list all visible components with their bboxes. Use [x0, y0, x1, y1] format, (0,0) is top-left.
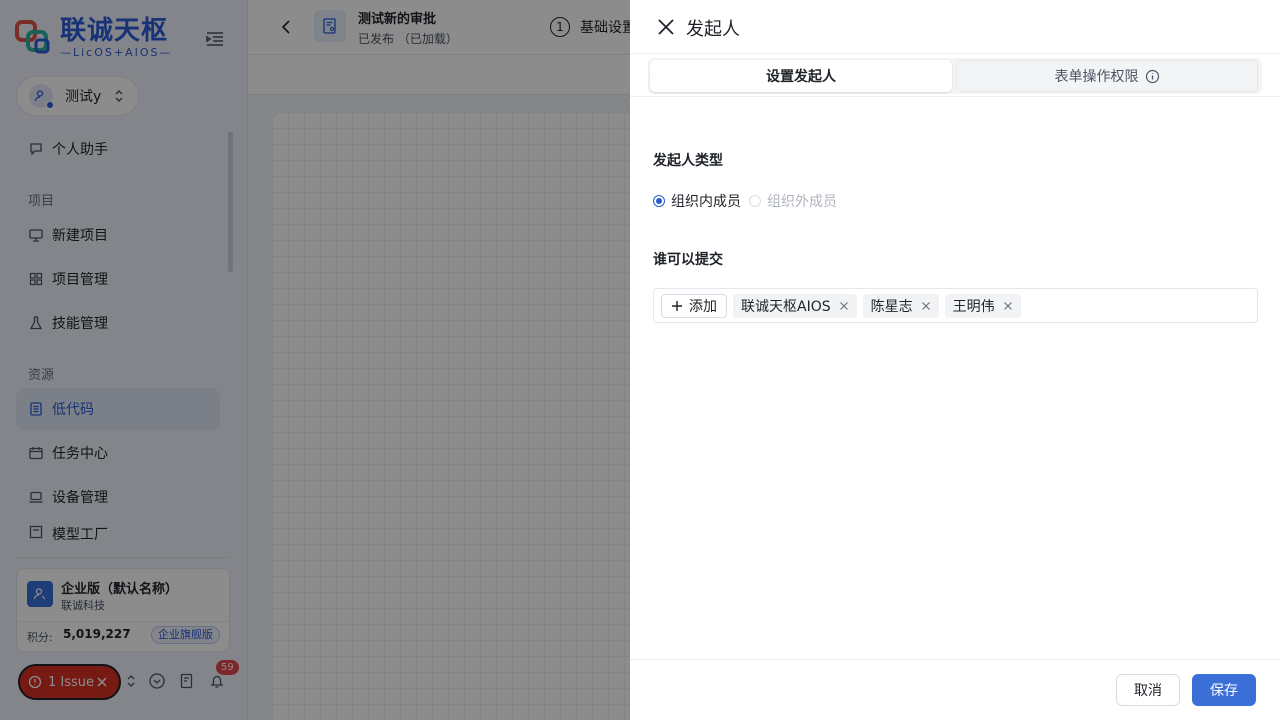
radio-external-member[interactable]: 组织外成员	[749, 191, 837, 211]
initiator-drawer: 发起人 设置发起人 表单操作权限 发起人类型 组织内成员 组织外成员 谁可以提交…	[630, 0, 1280, 720]
radio-circle[interactable]	[653, 195, 665, 207]
tab-label: 设置发起人	[766, 69, 836, 85]
members-field[interactable]: 添加 联诚天枢AIOS 陈星志 王明伟	[653, 288, 1258, 323]
radio-circle[interactable]	[749, 195, 761, 207]
member-tag-label: 联诚天枢AIOS	[741, 298, 831, 315]
divider	[630, 96, 1280, 97]
tab-label: 表单操作权限	[1054, 69, 1139, 85]
member-tag: 王明伟	[944, 293, 1021, 318]
member-tag-label: 王明伟	[952, 298, 995, 315]
remove-tag-icon[interactable]	[839, 301, 849, 311]
tab-set-initiator[interactable]: 设置发起人	[650, 60, 952, 92]
tab-form-permissions[interactable]: 表单操作权限	[956, 60, 1258, 92]
tab-bar: 设置发起人 表单操作权限	[648, 58, 1262, 94]
initiator-type-radio-group: 组织内成员 组织外成员	[653, 191, 845, 211]
divider	[630, 659, 1280, 660]
drawer-title: 发起人	[686, 19, 740, 40]
member-tag: 陈星志	[862, 293, 939, 318]
who-can-submit-title: 谁可以提交	[653, 252, 723, 268]
member-tag-label: 陈星志	[870, 298, 913, 315]
radio-internal-member[interactable]: 组织内成员	[653, 191, 741, 211]
remove-tag-icon[interactable]	[1003, 301, 1013, 311]
divider	[630, 53, 1280, 54]
radio-label: 组织外成员	[767, 194, 837, 210]
add-member-label: 添加	[689, 298, 717, 315]
initiator-type-title: 发起人类型	[653, 153, 723, 169]
remove-tag-icon[interactable]	[921, 301, 931, 311]
close-icon[interactable]	[656, 17, 676, 37]
member-tag: 联诚天枢AIOS	[733, 293, 857, 318]
info-icon[interactable]	[1145, 69, 1160, 84]
add-member-button[interactable]: 添加	[661, 293, 727, 318]
radio-label: 组织内成员	[671, 194, 741, 210]
save-button[interactable]: 保存	[1192, 674, 1256, 706]
plus-icon	[672, 300, 682, 311]
cancel-button[interactable]: 取消	[1116, 674, 1180, 706]
